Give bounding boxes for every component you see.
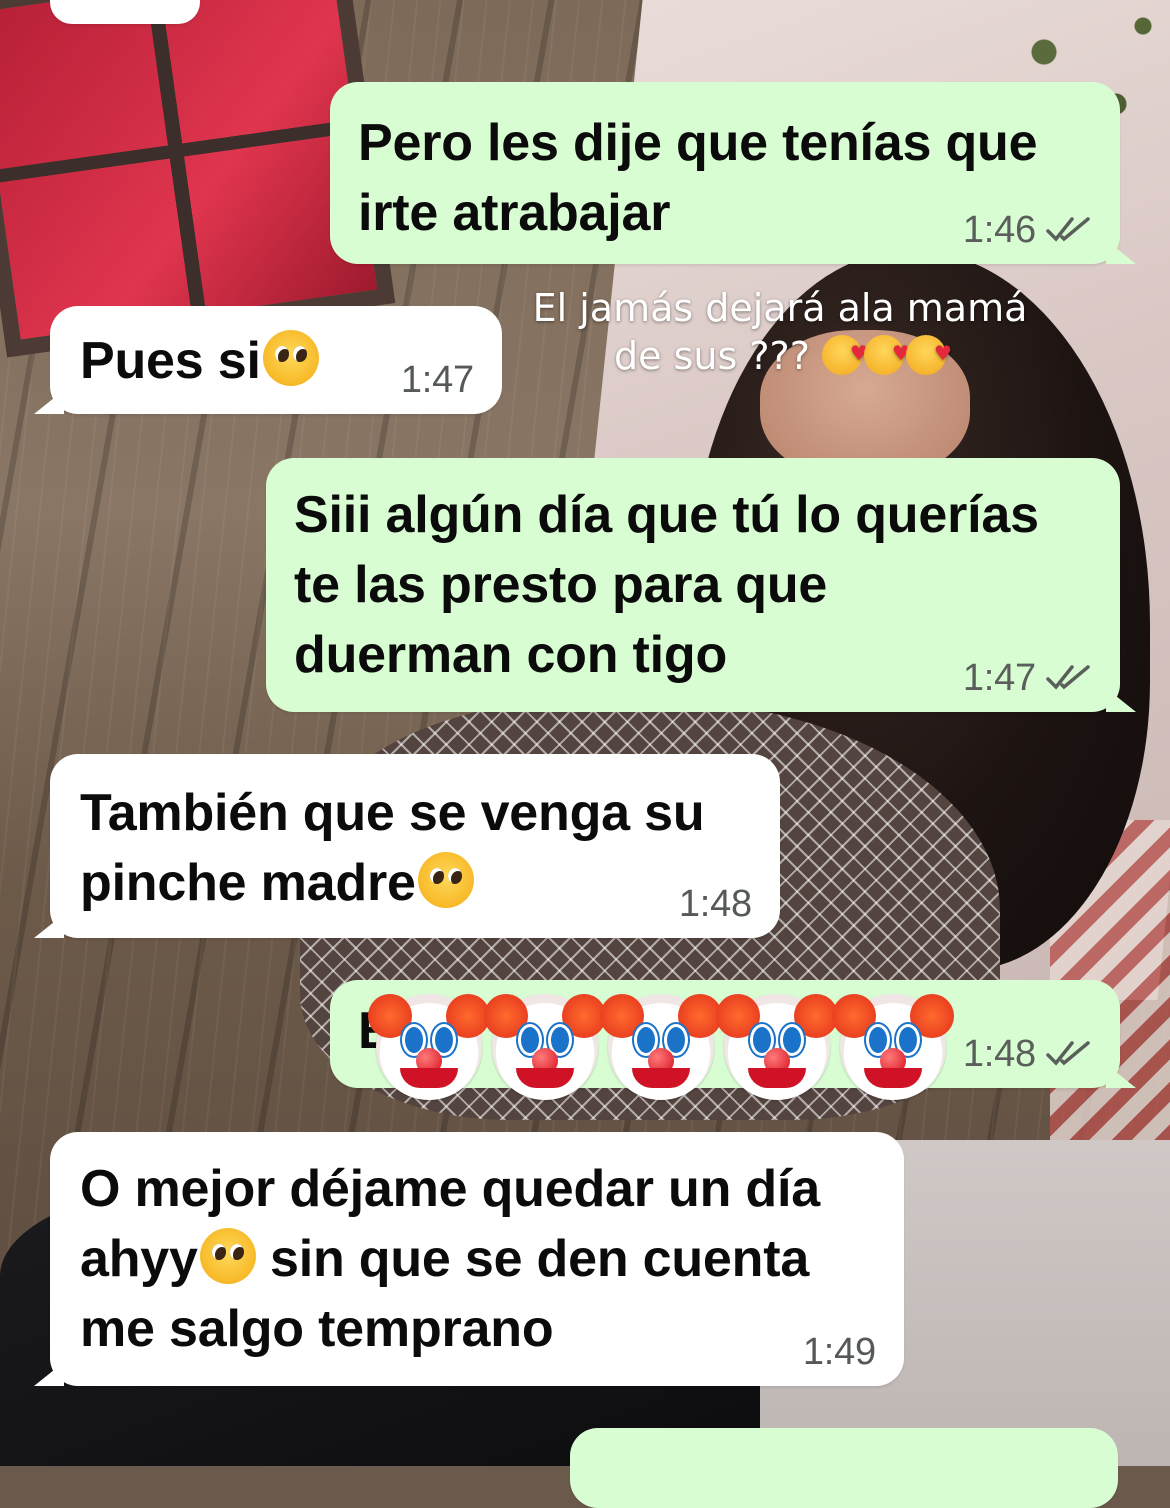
message-meta: 1:49 <box>803 1332 876 1372</box>
pleading-face-emoji <box>417 852 474 908</box>
caption-line-2: de sus ??? <box>614 334 810 378</box>
clown-sticker-overlay <box>368 994 954 1100</box>
smiling-face-with-hearts-icon <box>821 329 868 377</box>
double-check-icon <box>1046 665 1090 690</box>
message-meta: 1:47 <box>401 360 474 400</box>
clown-face-icon <box>832 994 954 1100</box>
message-time: 1:46 <box>962 209 1036 251</box>
message-bubble-outgoing[interactable]: Siii algún día que tú lo querías te las … <box>266 458 1136 712</box>
message-text-line-1: También que se venga su <box>80 784 705 842</box>
message-text-line-2: pinche madre <box>80 854 416 912</box>
chat-thread: Pero les dije que tenías que irte atraba… <box>0 0 1170 1508</box>
smiling-face-with-hearts-icons <box>821 329 952 377</box>
message-bubble-outgoing[interactable]: Pero les dije que tenías que irte atraba… <box>330 82 1136 264</box>
message-meta: 1:48 <box>679 884 752 924</box>
smiling-face-with-hearts-icon <box>863 329 910 377</box>
message-bubble-incoming[interactable]: Pues si 1:47 <box>34 306 502 414</box>
clown-face-icon <box>368 994 490 1100</box>
double-check-icon <box>1046 217 1090 242</box>
message-text-line-1: O mejor déjame quedar un día <box>80 1160 820 1218</box>
message-time: 1:48 <box>678 883 752 925</box>
message-bubble-outgoing-partial[interactable] <box>570 1428 1118 1508</box>
message-meta: 1:46 <box>963 210 1092 250</box>
caption-line-1: El jamás dejará ala mamá <box>532 286 1028 330</box>
clown-face-icon <box>484 994 606 1100</box>
pleading-face-emoji <box>262 330 319 386</box>
video-caption-overlay: El jamás dejará ala mamá de sus ??? <box>520 284 1040 380</box>
message-text-line-3: me salgo temprano <box>80 1300 554 1358</box>
message-bubble-incoming[interactable]: También que se venga su pinche madre 1:4… <box>34 754 780 938</box>
message-time: 1:49 <box>802 1331 876 1373</box>
message-text-line-2a: ahyy <box>80 1230 198 1288</box>
double-check-icon <box>1046 1041 1090 1066</box>
message-meta: 1:48 <box>963 1034 1092 1074</box>
pleading-face-emoji <box>199 1228 256 1284</box>
message-time: 1:47 <box>962 657 1036 699</box>
smiling-face-with-hearts-icon <box>905 329 952 377</box>
clown-face-icon <box>716 994 838 1100</box>
message-bubble-incoming-partial[interactable] <box>50 0 200 24</box>
message-time: 1:47 <box>400 359 474 401</box>
message-text-line-2b: sin que se den cuenta <box>255 1230 810 1288</box>
message-meta: 1:47 <box>963 658 1092 698</box>
message-time: 1:48 <box>962 1033 1036 1075</box>
clown-face-icon <box>600 994 722 1100</box>
message-bubble-incoming[interactable]: O mejor déjame quedar un día ahyy sin qu… <box>34 1132 904 1386</box>
message-text: Pues si <box>80 332 261 390</box>
